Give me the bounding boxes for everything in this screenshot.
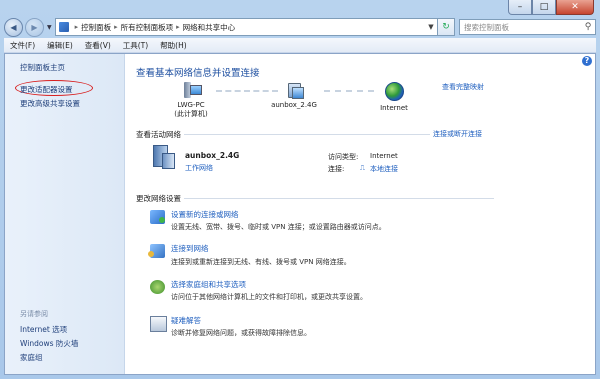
search-icon[interactable]: ⚲ [581,22,595,32]
caption-buttons: – □ ✕ [508,0,594,16]
arrow-right-icon: ▶ [31,22,38,32]
address-dropdown-icon[interactable]: ▼ [425,23,437,31]
network-bench-icon [153,145,175,169]
map-node-internet: Internet [374,82,414,112]
search-input[interactable]: 搜索控制面板 ⚲ [459,19,596,35]
forward-button[interactable]: ▶ [25,17,44,37]
window: – □ ✕ ◀ ▶ ▼ ▸ 控制面板 ▸ 所有控制面板项 ▸ 网络和共享中心 ▼… [0,0,600,379]
address-bar[interactable]: ▸ 控制面板 ▸ 所有控制面板项 ▸ 网络和共享中心 ▼ [54,18,438,36]
menu-tools[interactable]: 工具(T) [117,40,154,51]
map-node-router: aunbox_2.4G [266,82,322,109]
setup-connection-icon [150,210,165,224]
chevron-right-icon[interactable]: ▸ [75,23,79,31]
task-connect-network[interactable]: 连接到网络 [171,243,209,254]
refresh-icon: ↻ [442,22,450,32]
view-full-map-link[interactable]: 查看完整映射 [442,82,484,92]
see-also-homegroup[interactable]: 家庭组 [20,352,43,363]
control-panel-icon [58,22,69,32]
connections-label: 连接: [328,165,345,173]
see-also-internet-options[interactable]: Internet 选项 [20,324,67,335]
change-settings-title: 更改网络设置 [136,194,181,203]
globe-icon [384,82,404,101]
content-area: 控制面板主页 更改适配器设置 更改高级共享设置 另请参阅 Internet 选项… [4,53,596,375]
page-title: 查看基本网络信息并设置连接 [136,68,260,79]
access-type-label: 访问类型: [328,153,359,161]
chevron-right-icon[interactable]: ▸ [176,23,180,31]
internet-name: Internet [380,104,408,112]
local-connection-link[interactable]: 本地连接 [370,164,398,174]
active-networks-title: 查看活动网络 [136,130,181,139]
divider [184,134,430,135]
history-dropdown[interactable]: ▼ [47,24,52,31]
troubleshoot-icon [150,316,167,332]
task-connect-desc: 连接到或重新连接到无线、有线、拨号或 VPN 网络连接。 [171,258,351,266]
connect-network-icon [148,244,165,258]
network-type-link[interactable]: 工作网络 [185,163,213,173]
computer-icon [183,82,202,98]
map-link-line [324,90,374,92]
menu-help[interactable]: 帮助(H) [154,40,193,51]
search-placeholder: 搜索控制面板 [464,22,509,32]
arrow-left-icon: ◀ [10,22,17,32]
task-homegroup-desc: 访问位于其他网络计算机上的文件和打印机，或更改共享设置。 [171,293,367,301]
map-node-pc: LWG-PC (此计算机) [166,82,216,119]
network-router-icon [285,82,304,99]
menu-view[interactable]: 查看(V) [79,40,117,51]
menu-bar: 文件(F) 编辑(E) 查看(V) 工具(T) 帮助(H) [4,38,596,53]
wired-connection-icon: ⎍ [360,164,365,172]
task-troubleshoot-desc: 诊断并修复网络问题，或获得故障排除信息。 [171,329,311,337]
task-setup-desc: 设置无线、宽带、拨号、临时或 VPN 连接；或设置路由器或访问点。 [171,223,386,231]
menu-file[interactable]: 文件(F) [4,40,41,51]
see-also-title: 另请参阅 [20,310,48,318]
router-name: aunbox_2.4G [271,101,317,109]
address-row: ◀ ▶ ▼ ▸ 控制面板 ▸ 所有控制面板项 ▸ 网络和共享中心 ▼ ↻ 搜索控… [4,17,596,37]
breadcrumb-all-items[interactable]: 所有控制面板项 [121,22,174,33]
pc-name: LWG-PC [177,101,205,109]
chevron-right-icon[interactable]: ▸ [114,23,118,31]
task-homegroup-sharing[interactable]: 选择家庭组和共享选项 [171,279,246,290]
help-icon[interactable]: ? [582,56,592,66]
access-type-value: Internet [370,152,398,160]
task-troubleshoot[interactable]: 疑难解答 [171,315,201,326]
divider [184,198,494,199]
task-setup-connection[interactable]: 设置新的连接或网络 [171,209,239,220]
sidebar-item-adapter-settings[interactable]: 更改适配器设置 [20,84,73,95]
close-button[interactable]: ✕ [556,0,594,15]
minimize-button[interactable]: – [508,0,532,15]
maximize-button[interactable]: □ [532,0,556,15]
menu-edit[interactable]: 编辑(E) [41,40,79,51]
sidebar-home-link[interactable]: 控制面板主页 [20,62,65,73]
network-name: aunbox_2.4G [185,151,240,160]
breadcrumb-control-panel[interactable]: 控制面板 [81,22,111,33]
back-button[interactable]: ◀ [4,17,23,37]
pc-subtitle: (此计算机) [174,110,208,118]
refresh-button[interactable]: ↻ [438,18,455,36]
homegroup-icon [150,280,165,294]
sidebar: 控制面板主页 更改适配器设置 更改高级共享设置 另请参阅 Internet 选项… [5,54,125,374]
connect-disconnect-link[interactable]: 连接或断开连接 [433,129,482,139]
breadcrumb-network-center[interactable]: 网络和共享中心 [183,22,236,33]
sidebar-item-advanced-sharing[interactable]: 更改高级共享设置 [20,98,80,109]
see-also-firewall[interactable]: Windows 防火墙 [20,338,78,349]
main-panel: ? 查看基本网络信息并设置连接 查看完整映射 LWG-PC (此计算机) aun… [136,54,595,374]
